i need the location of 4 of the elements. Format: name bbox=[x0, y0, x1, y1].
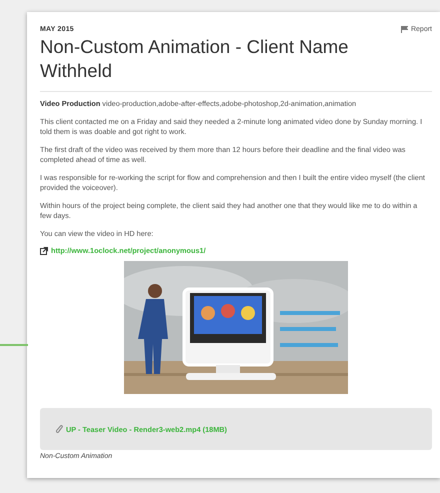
external-link-icon bbox=[40, 246, 48, 254]
project-title: Non-Custom Animation - Client Name Withheld bbox=[40, 35, 350, 83]
flag-icon bbox=[400, 26, 408, 33]
paperclip-icon bbox=[56, 424, 63, 434]
